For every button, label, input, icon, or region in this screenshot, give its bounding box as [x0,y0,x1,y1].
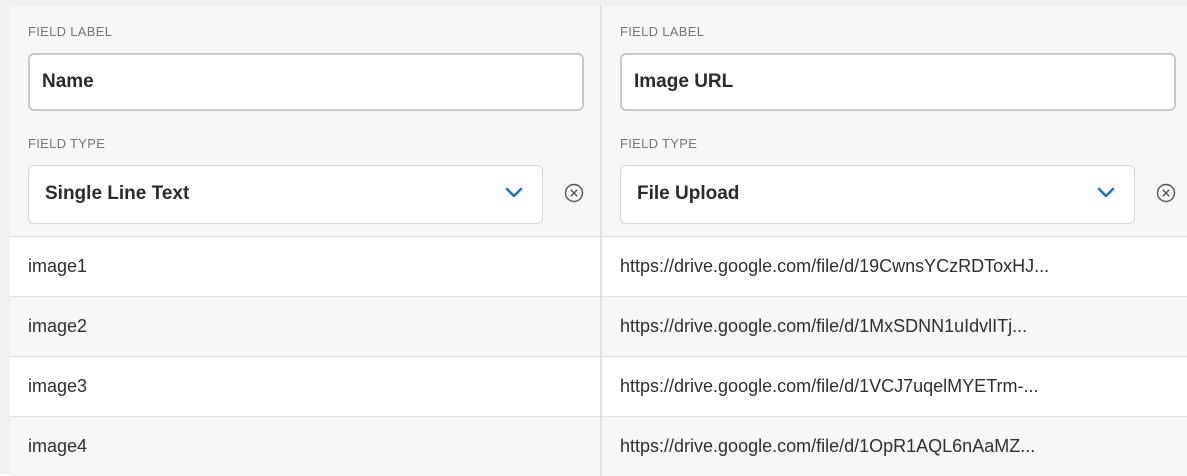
name-cell: image1 [10,237,602,296]
name-cell: image4 [10,417,602,476]
field-type-select[interactable]: Single Line Text [28,165,543,224]
name-cell: image2 [10,297,602,356]
chevron-down-icon [1096,185,1116,201]
url-cell: https://drive.google.com/file/d/1OpR1AQL… [602,417,1187,476]
field-label-caption: FIELD LABEL [28,24,112,39]
field-type-value: File Upload [637,183,739,204]
table-row: image3 https://drive.google.com/file/d/1… [10,356,1187,416]
field-label-caption: FIELD LABEL [620,24,704,39]
remove-column-icon[interactable] [1155,182,1177,204]
field-type-caption: FIELD TYPE [620,136,697,151]
field-type-value: Single Line Text [45,183,189,204]
field-label-input[interactable]: Image URL [620,53,1176,111]
field-type-select[interactable]: File Upload [620,165,1135,224]
table-row: image4 https://drive.google.com/file/d/1… [10,416,1187,476]
column-config-image-url: FIELD LABEL Image URL FIELD TYPE File Up… [602,6,1187,236]
chevron-down-icon [504,185,524,201]
remove-column-icon[interactable] [563,182,585,204]
url-cell: https://drive.google.com/file/d/19CwnsYC… [602,237,1187,296]
field-label-input[interactable]: Name [28,53,584,111]
url-cell: https://drive.google.com/file/d/1MxSDNN1… [602,297,1187,356]
field-type-caption: FIELD TYPE [28,136,105,151]
column-config-name: FIELD LABEL Name FIELD TYPE Single Line … [10,6,602,236]
column-headers: FIELD LABEL Name FIELD TYPE Single Line … [10,6,1187,236]
table-row: image1 https://drive.google.com/file/d/1… [10,236,1187,296]
table-row: image2 https://drive.google.com/file/d/1… [10,296,1187,356]
name-cell: image3 [10,357,602,416]
preview-rows: image1 https://drive.google.com/file/d/1… [10,236,1187,474]
url-cell: https://drive.google.com/file/d/1VCJ7uqe… [602,357,1187,416]
